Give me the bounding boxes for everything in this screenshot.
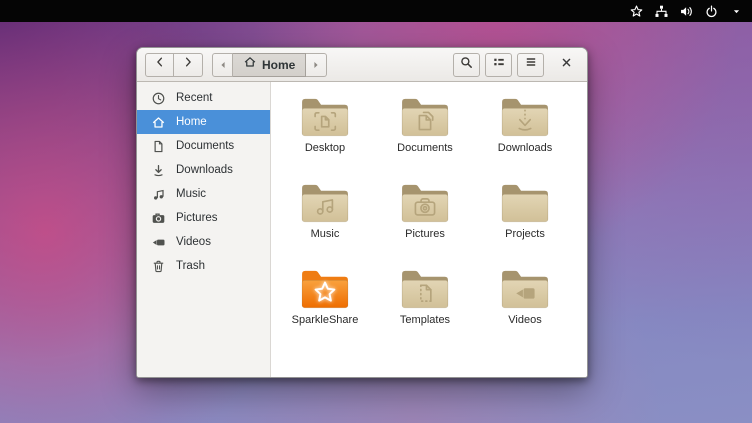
forward-button[interactable] xyxy=(174,53,203,77)
folder-desktop[interactable]: Desktop xyxy=(275,91,375,177)
close-icon xyxy=(560,56,573,74)
path-bar: Home xyxy=(212,53,327,77)
folder-icon xyxy=(400,94,450,138)
list-view-icon xyxy=(492,55,506,74)
folder-icon xyxy=(300,266,350,310)
chevron-down-icon[interactable] xyxy=(728,3,744,19)
folder-music[interactable]: Music xyxy=(275,177,375,263)
folder-projects[interactable]: Projects xyxy=(475,177,575,263)
folder-label: Pictures xyxy=(405,228,445,240)
sidebar-item-label: Recent xyxy=(176,92,212,104)
sidebar-item-home[interactable]: Home xyxy=(137,110,270,134)
search-button[interactable] xyxy=(453,53,480,77)
folder-documents[interactable]: Documents xyxy=(375,91,475,177)
folder-label: Videos xyxy=(508,314,541,326)
folder-icon xyxy=(300,180,350,224)
network-icon[interactable] xyxy=(653,3,669,19)
triangle-left-icon xyxy=(219,56,227,74)
folder-icon xyxy=(400,180,450,224)
folder-icon xyxy=(400,266,450,310)
path-scroll-left-button[interactable] xyxy=(212,53,233,77)
sidebar-item-pictures[interactable]: Pictures xyxy=(137,206,270,230)
folder-icon xyxy=(500,180,550,224)
sidebar-item-trash[interactable]: Trash xyxy=(137,254,270,278)
sidebar-item-recent[interactable]: Recent xyxy=(137,86,270,110)
file-grid: Desktop Documents Downloads Music xyxy=(275,91,587,349)
folder-icon xyxy=(300,94,350,138)
document-icon xyxy=(150,138,166,154)
history-nav-group xyxy=(145,53,203,77)
sidebar-item-label: Pictures xyxy=(176,212,218,224)
sidebar-item-downloads[interactable]: Downloads xyxy=(137,158,270,182)
folder-sparkleshare[interactable]: SparkleShare xyxy=(275,263,375,349)
sidebar-item-label: Videos xyxy=(176,236,211,248)
folder-label: Templates xyxy=(400,314,450,326)
trash-icon xyxy=(150,258,166,274)
sidebar-item-videos[interactable]: Videos xyxy=(137,230,270,254)
chevron-left-icon xyxy=(153,55,167,74)
window-content: Recent Home Documents Downloads Music Picture… xyxy=(137,82,587,377)
back-button[interactable] xyxy=(145,53,174,77)
menu-button[interactable] xyxy=(517,53,544,77)
folder-downloads[interactable]: Downloads xyxy=(475,91,575,177)
camera-icon xyxy=(150,210,166,226)
top-system-bar xyxy=(0,0,752,22)
folder-label: Downloads xyxy=(498,142,552,154)
music-note-icon xyxy=(150,186,166,202)
home-icon xyxy=(150,114,166,130)
sidebar-item-label: Documents xyxy=(176,140,234,152)
headerbar-actions xyxy=(453,53,579,77)
path-location-label: Home xyxy=(262,58,295,72)
hamburger-menu-icon xyxy=(524,55,538,74)
close-button[interactable] xyxy=(553,53,579,77)
view-toggle-button[interactable] xyxy=(485,53,512,77)
search-icon xyxy=(459,55,474,75)
sidebar-item-music[interactable]: Music xyxy=(137,182,270,206)
folder-label: Documents xyxy=(397,142,453,154)
file-view: Desktop Documents Downloads Music xyxy=(271,82,587,377)
folder-label: SparkleShare xyxy=(292,314,359,326)
folder-label: Projects xyxy=(505,228,545,240)
sidebar-item-label: Downloads xyxy=(176,164,233,176)
folder-videos[interactable]: Videos xyxy=(475,263,575,349)
folder-templates[interactable]: Templates xyxy=(375,263,475,349)
folder-label: Desktop xyxy=(305,142,345,154)
volume-icon[interactable] xyxy=(678,3,694,19)
star-icon[interactable] xyxy=(628,3,644,19)
triangle-right-icon xyxy=(312,56,320,74)
places-sidebar: Recent Home Documents Downloads Music Picture… xyxy=(137,82,271,377)
home-icon xyxy=(243,55,257,74)
sidebar-item-label: Home xyxy=(176,116,207,128)
path-scroll-right-button[interactable] xyxy=(306,53,327,77)
video-camera-icon xyxy=(150,234,166,250)
headerbar: Home xyxy=(137,48,587,82)
folder-icon xyxy=(500,266,550,310)
folder-icon xyxy=(500,94,550,138)
download-icon xyxy=(150,162,166,178)
power-icon[interactable] xyxy=(703,3,719,19)
file-manager-window: Home Recent Home Documents Downloads Music Pi… xyxy=(136,47,588,378)
sidebar-item-label: Trash xyxy=(176,260,205,272)
sidebar-item-documents[interactable]: Documents xyxy=(137,134,270,158)
clock-icon xyxy=(150,90,166,106)
folder-pictures[interactable]: Pictures xyxy=(375,177,475,263)
sidebar-item-label: Music xyxy=(176,188,206,200)
path-location-button-home[interactable]: Home xyxy=(233,53,306,77)
chevron-right-icon xyxy=(181,55,195,74)
folder-label: Music xyxy=(311,228,340,240)
